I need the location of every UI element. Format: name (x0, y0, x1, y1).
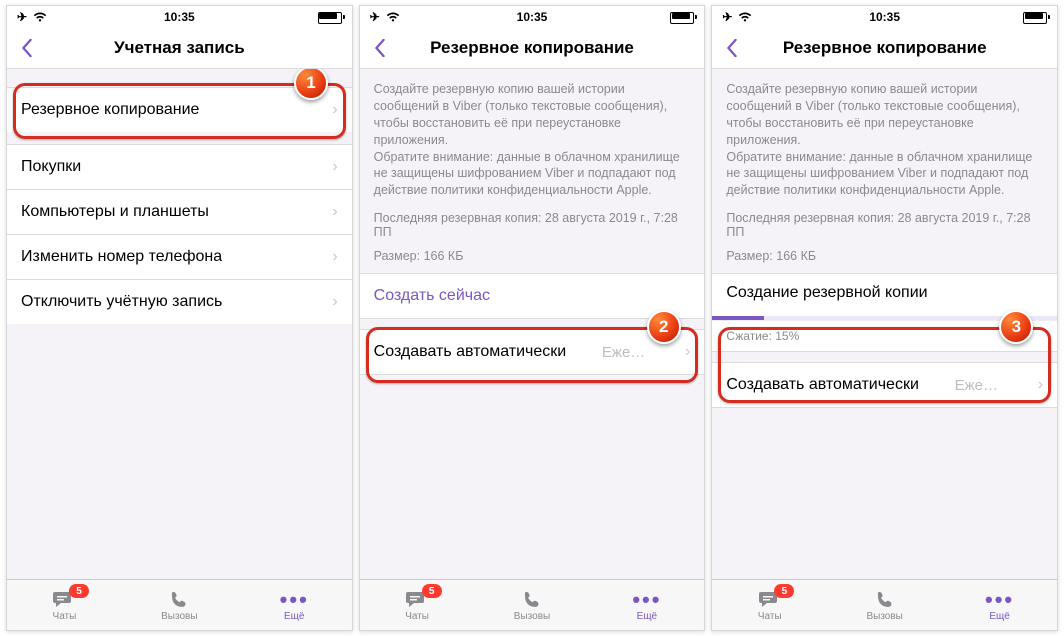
row-value: Еже… (602, 344, 645, 361)
chevron-right-icon: › (332, 248, 337, 266)
tab-label: Чаты (405, 611, 429, 622)
tab-label: Вызовы (514, 611, 550, 622)
back-button[interactable] (7, 39, 47, 57)
tab-label: Ещё (989, 611, 1009, 622)
phone-icon (875, 589, 895, 611)
clock: 10:35 (7, 10, 352, 24)
row-create-now[interactable]: Создать сейчас (360, 273, 705, 319)
chevron-right-icon: › (332, 293, 337, 311)
tab-more[interactable]: ••• Ещё (589, 580, 704, 630)
row-creating-backup: Создание резервной копии (712, 273, 1057, 321)
row-change-number[interactable]: Изменить номер телефона › (7, 234, 352, 279)
page-title: Учетная запись (7, 38, 352, 58)
page-title: Резервное копирование (712, 38, 1057, 58)
meta-size: Размер: 166 КБ (712, 249, 1057, 273)
row-auto-backup[interactable]: Создавать автоматически Еже… › (360, 329, 705, 375)
page-title: Резервное копирование (360, 38, 705, 58)
tabbar: 5 Чаты Вызовы ••• Ещё (712, 579, 1057, 630)
progress-fill (712, 316, 764, 320)
meta-size: Размер: 166 КБ (360, 249, 705, 273)
row-label: Создавать автоматически (374, 343, 567, 361)
row-label: Резервное копирование (21, 101, 199, 119)
status-bar: ✈ 10:35 (360, 6, 705, 28)
chevron-right-icon: › (1038, 376, 1043, 394)
tab-chats[interactable]: 5 Чаты (712, 580, 827, 630)
row-auto-backup[interactable]: Создавать автоматически Еже… › (712, 362, 1057, 408)
back-button[interactable] (712, 39, 752, 57)
tabbar: 5 Чаты Вызовы ••• Ещё (7, 579, 352, 630)
more-icon: ••• (280, 589, 309, 611)
clock: 10:35 (360, 10, 705, 24)
battery-icon (670, 12, 694, 24)
meta-last-backup: Последняя резервная копия: 28 августа 20… (360, 209, 705, 249)
badge: 5 (774, 584, 794, 598)
description-text: Создайте резервную копию вашей истории с… (360, 69, 705, 209)
phone-backup-progress: ✈ 10:35 Резервное копирование Создайте р… (711, 5, 1058, 631)
tab-more[interactable]: ••• Ещё (237, 580, 352, 630)
status-bar: ✈ 10:35 (7, 6, 352, 28)
tab-label: Чаты (53, 611, 77, 622)
description-text: Создайте резервную копию вашей истории с… (712, 69, 1057, 209)
more-icon: ••• (632, 589, 661, 611)
badge: 5 (422, 584, 442, 598)
battery-icon (1023, 12, 1047, 24)
tab-calls[interactable]: Вызовы (475, 580, 590, 630)
row-deactivate[interactable]: Отключить учётную запись › (7, 279, 352, 324)
chevron-right-icon: › (685, 343, 690, 361)
tab-label: Вызовы (866, 611, 902, 622)
clock: 10:35 (712, 10, 1057, 24)
row-purchases[interactable]: Покупки › (7, 144, 352, 189)
battery-icon (318, 12, 342, 24)
row-label: Покупки (21, 158, 81, 176)
tab-label: Ещё (637, 611, 657, 622)
tabbar: 5 Чаты Вызовы ••• Ещё (360, 579, 705, 630)
row-computers[interactable]: Компьютеры и планшеты › (7, 189, 352, 234)
chevron-right-icon: › (332, 101, 337, 119)
meta-last-backup: Последняя резервная копия: 28 августа 20… (712, 209, 1057, 249)
more-icon: ••• (985, 589, 1014, 611)
navbar: Учетная запись (7, 28, 352, 69)
tab-calls[interactable]: Вызовы (827, 580, 942, 630)
row-value: Еже… (955, 377, 998, 394)
phone-account: ✈ 10:35 Учетная запись Резервное копиров… (6, 5, 353, 631)
tab-label: Вызовы (161, 611, 197, 622)
tab-chats[interactable]: 5 Чаты (7, 580, 122, 630)
phone-backup: ✈ 10:35 Резервное копирование Создайте р… (359, 5, 706, 631)
row-label: Создавать автоматически (726, 376, 919, 394)
phone-icon (522, 589, 542, 611)
badge: 5 (69, 584, 89, 598)
tab-calls[interactable]: Вызовы (122, 580, 237, 630)
tab-more[interactable]: ••• Ещё (942, 580, 1057, 630)
row-label: Создать сейчас (374, 287, 490, 305)
navbar: Резервное копирование (712, 28, 1057, 69)
tab-label: Чаты (758, 611, 782, 622)
progress-bar (712, 316, 1057, 320)
navbar: Резервное копирование (360, 28, 705, 69)
tab-chats[interactable]: 5 Чаты (360, 580, 475, 630)
compress-status: Сжатие: 15% (712, 321, 1057, 352)
chevron-right-icon: › (332, 203, 337, 221)
chevron-right-icon: › (332, 158, 337, 176)
row-backup[interactable]: Резервное копирование › (7, 87, 352, 132)
phone-icon (169, 589, 189, 611)
row-label: Создание резервной копии (726, 284, 1043, 302)
status-bar: ✈ 10:35 (712, 6, 1057, 28)
row-label: Отключить учётную запись (21, 293, 222, 311)
tab-label: Ещё (284, 611, 304, 622)
back-button[interactable] (360, 39, 400, 57)
row-label: Компьютеры и планшеты (21, 203, 209, 221)
row-label: Изменить номер телефона (21, 248, 222, 266)
